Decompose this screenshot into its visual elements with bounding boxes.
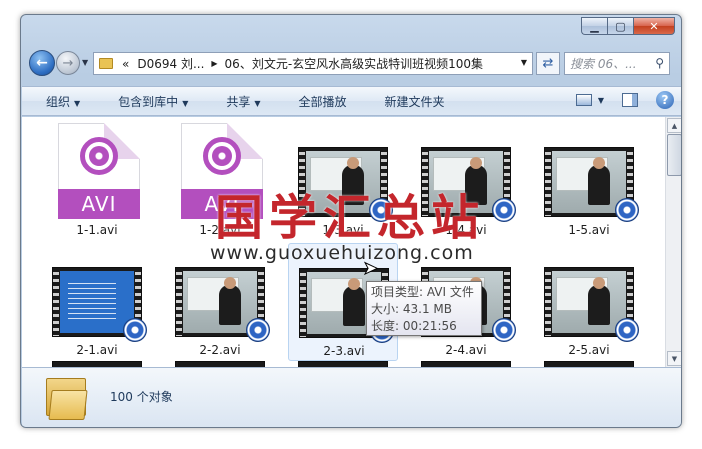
chevron-down-icon: ▼ — [82, 58, 89, 67]
file-item[interactable]: 2-5.avi — [534, 243, 644, 363]
caption-buttons: ▁ ▢ ✕ — [581, 17, 675, 35]
refresh-icon: ⇄ — [542, 56, 554, 71]
scroll-thumb[interactable] — [667, 134, 681, 176]
video-thumbnail — [544, 267, 639, 342]
address-overflow[interactable]: « — [118, 57, 133, 71]
media-player-icon — [615, 198, 639, 222]
address-segment-parent[interactable]: D0694 刘... — [133, 55, 208, 72]
file-name: 1-1.avi — [76, 223, 118, 237]
chevron-down-icon: ▼ — [182, 98, 189, 108]
refresh-button[interactable]: ⇄ — [536, 52, 560, 75]
include-in-library-menu[interactable]: 包含到库中 ▼ — [94, 93, 202, 110]
folder-icon — [46, 378, 88, 420]
vertical-scrollbar[interactable]: ▲ ▼ — [665, 117, 681, 367]
chevron-right-icon[interactable]: ▶ — [208, 59, 220, 68]
back-arrow-icon: ← — [36, 55, 48, 71]
search-input[interactable]: 搜索 06、... ⚲ — [564, 52, 670, 75]
maximize-button[interactable]: ▢ — [607, 17, 633, 35]
help-icon[interactable]: ? — [656, 91, 674, 109]
forward-button[interactable]: → — [56, 51, 80, 75]
scroll-down-icon[interactable]: ▼ — [667, 351, 681, 366]
item-count: 100 个对象 — [110, 390, 173, 404]
view-dropdown-icon[interactable]: ▼ — [598, 96, 604, 105]
maximize-icon: ▢ — [615, 19, 626, 33]
command-bar: 组织 ▼ 包含到库中 ▼ 共享 ▼ 全部播放 新建文件夹 ▼ ? — [22, 86, 681, 116]
watermark-title: 国学汇总站 — [215, 190, 486, 246]
file-name: 2-3.avi — [323, 344, 365, 358]
media-player-icon — [615, 318, 639, 342]
media-player-icon — [492, 318, 516, 342]
details-pane: 100 个对象 — [22, 367, 681, 427]
media-player-icon — [123, 318, 147, 342]
video-thumbnail — [544, 147, 639, 222]
close-icon: ✕ — [649, 19, 659, 33]
search-icon[interactable]: ⚲ — [655, 56, 664, 70]
tooltip-size: 大小: 43.1 MB — [371, 302, 452, 316]
file-name: 2-5.avi — [568, 343, 610, 357]
address-dropdown-icon[interactable]: ▼ — [521, 58, 527, 67]
file-name: 1-5.avi — [568, 223, 610, 237]
file-name: 2-4.avi — [445, 343, 487, 357]
tooltip-length: 长度: 00:21:56 — [371, 319, 457, 333]
organize-menu[interactable]: 组织 ▼ — [22, 93, 94, 110]
address-bar[interactable]: « D0694 刘... ▶ 06、刘文元-玄空风水高级实战特训班视频100集 … — [93, 52, 533, 75]
video-thumbnail — [175, 267, 270, 342]
share-menu[interactable]: 共享 ▼ — [202, 93, 274, 110]
minimize-button[interactable]: ▁ — [581, 17, 607, 35]
mouse-cursor-icon: ➤ — [362, 258, 379, 280]
watermark-url: www.guoxuehuizong.com — [210, 242, 474, 264]
preview-pane-icon[interactable] — [622, 93, 638, 107]
address-segment-current[interactable]: 06、刘文元-玄空风水高级实战特训班视频100集 — [221, 55, 488, 72]
file-item[interactable]: 1-5.avi — [534, 123, 644, 243]
tooltip-type: 项目类型: AVI 文件 — [371, 285, 474, 299]
media-player-icon — [246, 318, 270, 342]
back-button[interactable]: ← — [29, 50, 55, 76]
file-item[interactable]: 2-1.avi — [42, 243, 152, 363]
chevron-down-icon: ▼ — [254, 98, 261, 108]
play-all-button[interactable]: 全部播放 — [275, 93, 361, 110]
new-folder-button[interactable]: 新建文件夹 — [361, 93, 459, 110]
folder-icon — [99, 58, 113, 69]
view-options-icon[interactable] — [575, 94, 592, 106]
video-thumbnail — [52, 267, 147, 342]
scroll-up-icon[interactable]: ▲ — [667, 118, 681, 133]
recent-pages-button[interactable]: ▼ — [82, 58, 88, 67]
forward-arrow-icon: → — [62, 55, 74, 71]
view-controls: ▼ ? — [575, 91, 674, 109]
file-item[interactable]: AVI 1-1.avi — [42, 123, 152, 243]
navigation-bar: ← → ▼ « D0694 刘... ▶ 06、刘文元-玄空风水高级实战特训班视… — [29, 49, 673, 77]
avi-file-icon: AVI — [58, 123, 140, 219]
media-player-icon — [492, 198, 516, 222]
chevron-down-icon: ▼ — [74, 98, 81, 108]
file-name: 2-2.avi — [199, 343, 241, 357]
file-name: 2-1.avi — [76, 343, 118, 357]
file-tooltip: 项目类型: AVI 文件 大小: 43.1 MB 长度: 00:21:56 — [366, 281, 482, 336]
close-button[interactable]: ✕ — [633, 17, 675, 35]
search-placeholder: 搜索 06、... — [570, 57, 637, 71]
minimize-icon: ▁ — [590, 19, 599, 33]
